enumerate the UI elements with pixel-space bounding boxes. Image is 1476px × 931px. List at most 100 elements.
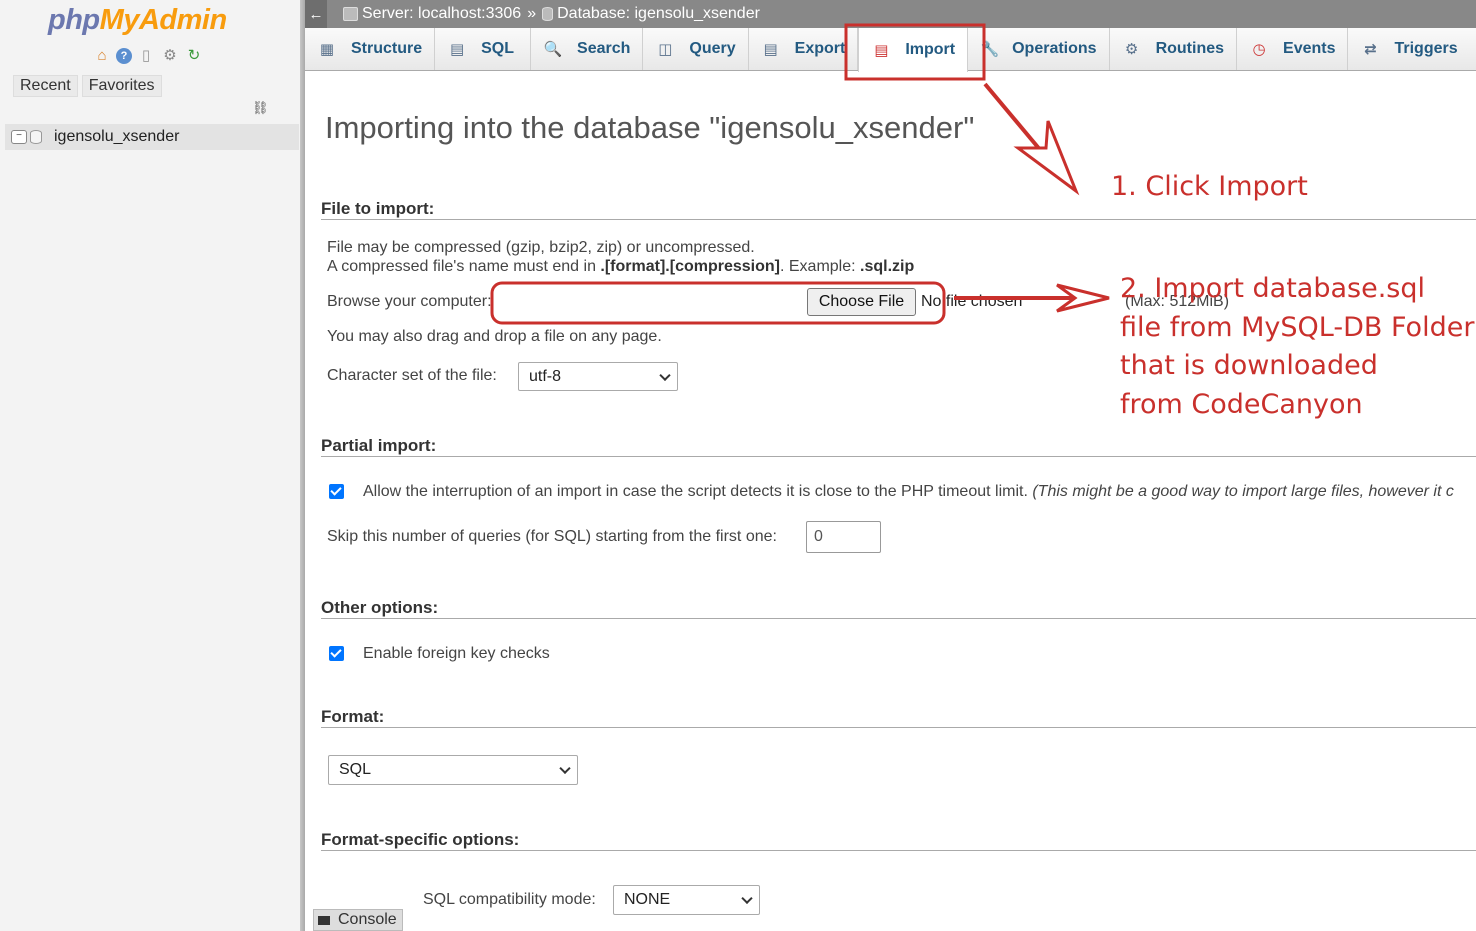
chevron-down-icon — [559, 762, 571, 775]
logo-php-text: php — [48, 4, 100, 36]
tab-query-label: Query — [689, 40, 736, 57]
foreign-key-label: Enable foreign key checks — [363, 645, 550, 662]
phpmyadmin-logo[interactable]: phpMyAdmin — [48, 2, 227, 38]
nav-database-name[interactable]: igensolu_xsender — [54, 128, 179, 146]
allow-interrupt-text: Allow the interruption of an import in c… — [363, 483, 1028, 500]
compat-mode-value: NONE — [624, 891, 671, 908]
link-icon[interactable]: ⛓ — [252, 100, 270, 115]
console-button[interactable]: Console — [313, 909, 403, 931]
tab-structure[interactable]: ▦ Structure — [305, 28, 436, 70]
skip-queries-label: Skip this number of queries (for SQL) st… — [327, 528, 777, 545]
section-divider — [321, 618, 1476, 619]
filename-example: .sql.zip — [860, 258, 915, 275]
tab-sql-label: SQL — [481, 40, 515, 57]
back-arrow-icon[interactable]: ← — [305, 0, 327, 28]
foreign-key-checkbox[interactable] — [329, 646, 344, 661]
filename-format-pattern: .[format].[compression] — [600, 258, 780, 275]
export-icon: ▤ — [763, 41, 778, 58]
charset-label: Character set of the file: — [327, 367, 497, 384]
triggers-icon: ⇄ — [1364, 41, 1377, 58]
docs-icon[interactable]: ▯ — [136, 46, 156, 66]
annotation-step2-line: file from MySQL-DB Folder — [1120, 311, 1475, 343]
recent-tab[interactable]: Recent — [13, 75, 78, 97]
query-icon: ◫ — [658, 41, 673, 58]
allow-interrupt-note: (This might be a good way to import larg… — [1032, 483, 1454, 500]
drag-drop-hint: You may also drag and drop a file on any… — [327, 328, 662, 345]
tab-structure-label: Structure — [351, 40, 423, 57]
tab-search-label: Search — [577, 40, 631, 57]
format-specific-heading: Format-specific options: — [321, 830, 520, 849]
console-icon — [318, 915, 330, 925]
section-divider — [321, 850, 1476, 851]
compat-mode-select[interactable]: NONE — [613, 885, 760, 915]
reload-icon[interactable]: ↻ — [184, 46, 204, 66]
sql-icon: ▤ — [450, 41, 465, 58]
chevron-down-icon — [659, 369, 671, 381]
chevron-down-icon — [741, 892, 753, 905]
section-divider — [321, 219, 1476, 220]
section-divider — [321, 456, 1476, 457]
help-icon[interactable]: ? — [116, 48, 132, 64]
format-select[interactable]: SQL — [328, 755, 578, 785]
home-icon[interactable]: ⌂ — [92, 46, 112, 66]
search-icon: 🔍 — [543, 41, 563, 58]
tab-triggers-label: Triggers — [1394, 40, 1458, 57]
section-divider — [321, 727, 1476, 728]
breadcrumb-database[interactable]: Database: igensolu_xsender — [542, 5, 760, 23]
main-tab-bar: ▦ Structure ▤ SQL 🔍 Search ◫ Query ▤ Export ▤… — [305, 28, 1476, 72]
tab-events[interactable]: ◷ Events — [1237, 28, 1349, 70]
annotation-step2-line: 2. Import database.sql — [1120, 273, 1426, 304]
allow-interrupt-label: Allow the interruption of an import in c… — [363, 483, 1454, 501]
skip-queries-input[interactable]: 0 — [806, 521, 881, 553]
tab-export-label: Export — [794, 40, 846, 57]
tab-events-label: Events — [1283, 40, 1336, 57]
charset-select-value: utf-8 — [529, 367, 562, 385]
allow-interrupt-checkbox[interactable] — [329, 484, 344, 499]
annotation-step2: 2. Import database.sql file from MySQL-D… — [1120, 270, 1474, 424]
tab-search[interactable]: 🔍 Search — [531, 28, 644, 70]
filename-note: A compressed file's name must end in .[f… — [327, 258, 914, 276]
tab-sql[interactable]: ▤ SQL — [435, 28, 532, 70]
nav-database-item[interactable]: − igensolu_xsender — [5, 124, 299, 150]
browse-label: Browse your computer: — [327, 293, 492, 310]
charset-select[interactable]: utf-8 — [518, 362, 678, 391]
tab-import[interactable]: ▤ Import — [858, 28, 969, 72]
file-section-heading: File to import: — [321, 199, 435, 218]
collapse-icon[interactable]: − — [11, 130, 27, 144]
filename-note-mid: . Example: — [779, 258, 861, 275]
breadcrumb-server[interactable]: Server: localhost:3306 — [343, 5, 521, 23]
navigation-panel: phpMyAdmin ⌂ ? ▯ ⚙ ↻ Recent Favorites ⛓ … — [0, 0, 301, 931]
tab-triggers[interactable]: ⇄ Triggers — [1348, 28, 1469, 70]
tab-routines[interactable]: ⚙ Routines — [1110, 28, 1238, 70]
import-icon: ▤ — [874, 42, 889, 59]
choose-file-button[interactable]: Choose File — [807, 288, 916, 316]
annotation-step2-line: from CodeCanyon — [1120, 388, 1363, 420]
favorites-tab[interactable]: Favorites — [81, 75, 162, 97]
clock-icon: ◷ — [1252, 41, 1266, 58]
nav-tabs: Recent Favorites — [13, 75, 162, 97]
tab-routines-label: Routines — [1155, 40, 1225, 57]
settings-icon[interactable]: ⚙ — [160, 46, 180, 66]
console-label: Console — [338, 911, 397, 928]
tab-operations[interactable]: 🔧 Operations — [968, 28, 1110, 70]
tab-operations-label: Operations — [1012, 40, 1097, 57]
compat-mode-label: SQL compatibility mode: — [423, 891, 596, 908]
breadcrumb-server-label: Server: localhost:3306 — [362, 5, 522, 22]
server-icon — [343, 7, 358, 21]
annotation-step2-line: that is downloaded — [1120, 350, 1378, 381]
annotation-step1: 1. Click Import — [1111, 171, 1308, 202]
structure-icon: ▦ — [319, 41, 335, 58]
database-icon — [30, 130, 42, 144]
routines-icon: ⚙ — [1124, 41, 1139, 58]
database-icon — [542, 7, 554, 21]
tab-export[interactable]: ▤ Export — [749, 28, 859, 70]
breadcrumb: ← Server: localhost:3306 » Database: ige… — [305, 0, 1476, 28]
format-select-value: SQL — [339, 761, 372, 778]
breadcrumb-separator: » — [527, 5, 537, 22]
tab-query[interactable]: ◫ Query — [643, 28, 749, 70]
other-options-heading: Other options: — [321, 598, 439, 617]
tab-import-label: Import — [905, 41, 956, 58]
format-heading: Format: — [321, 707, 385, 726]
logo-myadmin-text: MyAdmin — [99, 4, 228, 36]
compression-note: File may be compressed (gzip, bzip2, zip… — [327, 239, 755, 256]
